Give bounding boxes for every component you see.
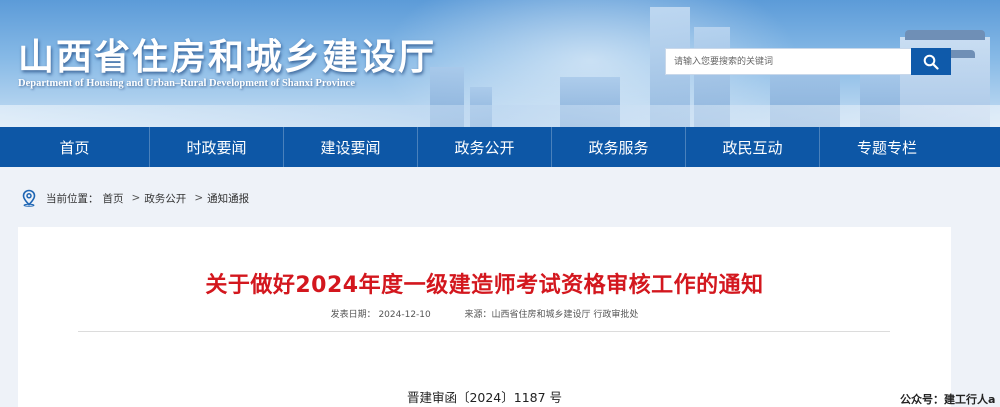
article-meta: 发表日期： 2024-12-10 来源：山西省住房和城乡建设厅 行政审批处: [18, 307, 951, 320]
nav-item-interaction[interactable]: 政民互动: [686, 127, 820, 167]
main-nav: 首页 时政要闻 建设要闻 政务公开 政务服务 政民互动 专题专栏: [0, 127, 1000, 167]
article-card: 关于做好2024年度一级建造师考试资格审核工作的通知 发表日期： 2024-12…: [18, 227, 951, 407]
nav-item-current-affairs[interactable]: 时政要闻: [150, 127, 284, 167]
search-input[interactable]: [666, 49, 911, 74]
breadcrumb-separator: >: [131, 192, 141, 204]
nav-item-special-topics[interactable]: 专题专栏: [820, 127, 954, 167]
article-source: 来源：山西省住房和城乡建设厅 行政审批处: [464, 310, 639, 320]
breadcrumb-separator: >: [194, 192, 204, 204]
breadcrumb-item-home[interactable]: 首页: [103, 191, 124, 206]
banner-pagoda-roof: [905, 30, 985, 40]
nav-item-construction-news[interactable]: 建设要闻: [284, 127, 418, 167]
watermark: 公众号：建工行人a: [900, 393, 996, 406]
search-box: [665, 48, 951, 75]
location-pin-icon: [22, 189, 36, 207]
breadcrumb-item-notices[interactable]: 通知通报: [207, 191, 249, 206]
breadcrumb-label: 当前位置：: [46, 192, 99, 205]
header-banner: 山西省住房和城乡建设厅 Department of Housing and Ur…: [0, 0, 1000, 127]
nav-item-government-services[interactable]: 政务服务: [552, 127, 686, 167]
nav-item-government-affairs[interactable]: 政务公开: [418, 127, 552, 167]
search-button[interactable]: [911, 48, 951, 75]
search-icon: [923, 54, 939, 70]
divider: [78, 331, 890, 332]
document-number: 晋建审函〔2024〕1187 号: [406, 390, 563, 405]
site-subtitle: Department of Housing and Urban–Rural De…: [18, 78, 355, 89]
article-date: 发表日期： 2024-12-10: [330, 310, 431, 320]
article-title: 关于做好2024年度一级建造师考试资格审核工作的通知: [205, 273, 764, 298]
banner-road: [0, 105, 1000, 127]
breadcrumb-item-government-affairs[interactable]: 政务公开: [144, 191, 186, 206]
nav-item-home[interactable]: 首页: [0, 127, 150, 167]
breadcrumb: 当前位置： 首页 > 政务公开 > 通知通报: [20, 188, 253, 208]
site-title[interactable]: 山西省住房和城乡建设厅: [18, 28, 436, 80]
